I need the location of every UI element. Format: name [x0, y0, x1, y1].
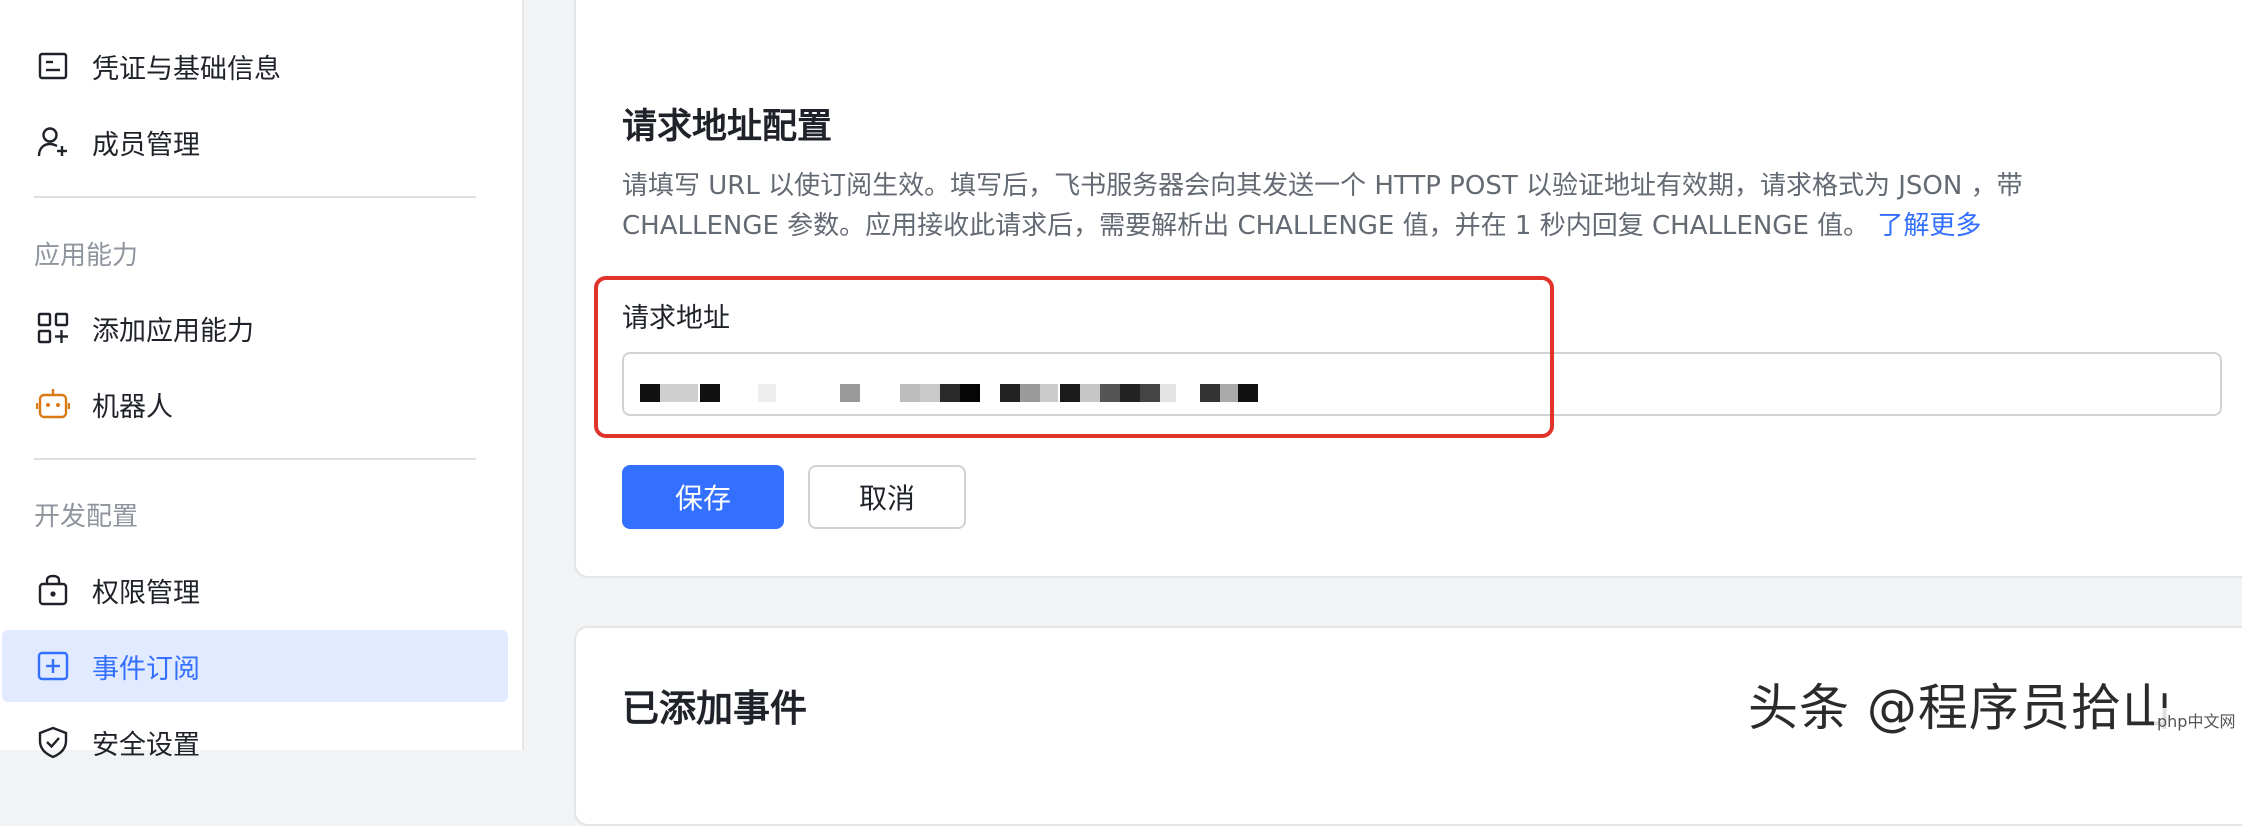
sidebar-item-security[interactable]: 安全设置 — [2, 706, 508, 778]
sidebar-divider — [34, 196, 476, 198]
sidebar-item-label: 凭证与基础信息 — [92, 53, 281, 85]
cancel-button[interactable]: 取消 — [808, 465, 966, 529]
added-events-title: 已添加事件 — [622, 687, 807, 730]
sidebar: 凭证与基础信息 成员管理 应用能力 添加应用能力 机器人 开发配置 权限管理 事… — [0, 0, 524, 761]
section-label-app-capabilities: 应用能力 — [34, 241, 139, 271]
sidebar-item-credentials[interactable]: 凭证与基础信息 — [2, 30, 508, 102]
sidebar-item-add-capability[interactable]: 添加应用能力 — [2, 292, 508, 364]
shield-check-icon — [36, 725, 70, 759]
request-config-title: 请求地址配置 — [622, 107, 833, 147]
sidebar-item-label: 添加应用能力 — [92, 315, 254, 347]
sidebar-item-label: 安全设置 — [92, 729, 200, 761]
sidebar-item-label: 成员管理 — [92, 129, 200, 161]
member-add-icon — [36, 125, 70, 159]
save-button[interactable]: 保存 — [622, 465, 784, 529]
watermark-small-text: php中文网 — [2154, 708, 2239, 732]
permission-lock-icon — [36, 573, 70, 607]
sidebar-item-label: 机器人 — [92, 391, 173, 423]
app-grid-add-icon — [36, 311, 70, 345]
sidebar-item-permissions[interactable]: 权限管理 — [2, 554, 508, 626]
learn-more-link[interactable]: 了解更多 — [1877, 211, 1981, 241]
event-subscribe-icon — [36, 649, 70, 683]
request-config-description: 请填写 URL 以使订阅生效。填写后，飞书服务器会向其发送一个 HTTP POS… — [622, 166, 2182, 246]
credential-card-icon — [36, 49, 70, 83]
description-text: 请填写 URL 以使订阅生效。填写后，飞书服务器会向其发送一个 HTTP POS… — [622, 171, 2023, 241]
sidebar-item-members[interactable]: 成员管理 — [2, 106, 508, 178]
sidebar-divider — [34, 458, 476, 460]
sidebar-item-robot[interactable]: 机器人 — [2, 368, 508, 440]
sidebar-item-label: 权限管理 — [92, 577, 200, 609]
robot-icon — [36, 387, 70, 421]
sidebar-item-label: 事件订阅 — [92, 653, 200, 685]
watermark-text: 头条 @程序员拾山 — [1748, 679, 2173, 737]
sidebar-item-event-subscription[interactable]: 事件订阅 — [2, 630, 508, 702]
section-label-dev-config: 开发配置 — [34, 502, 139, 532]
url-highlight-box — [594, 276, 1554, 438]
